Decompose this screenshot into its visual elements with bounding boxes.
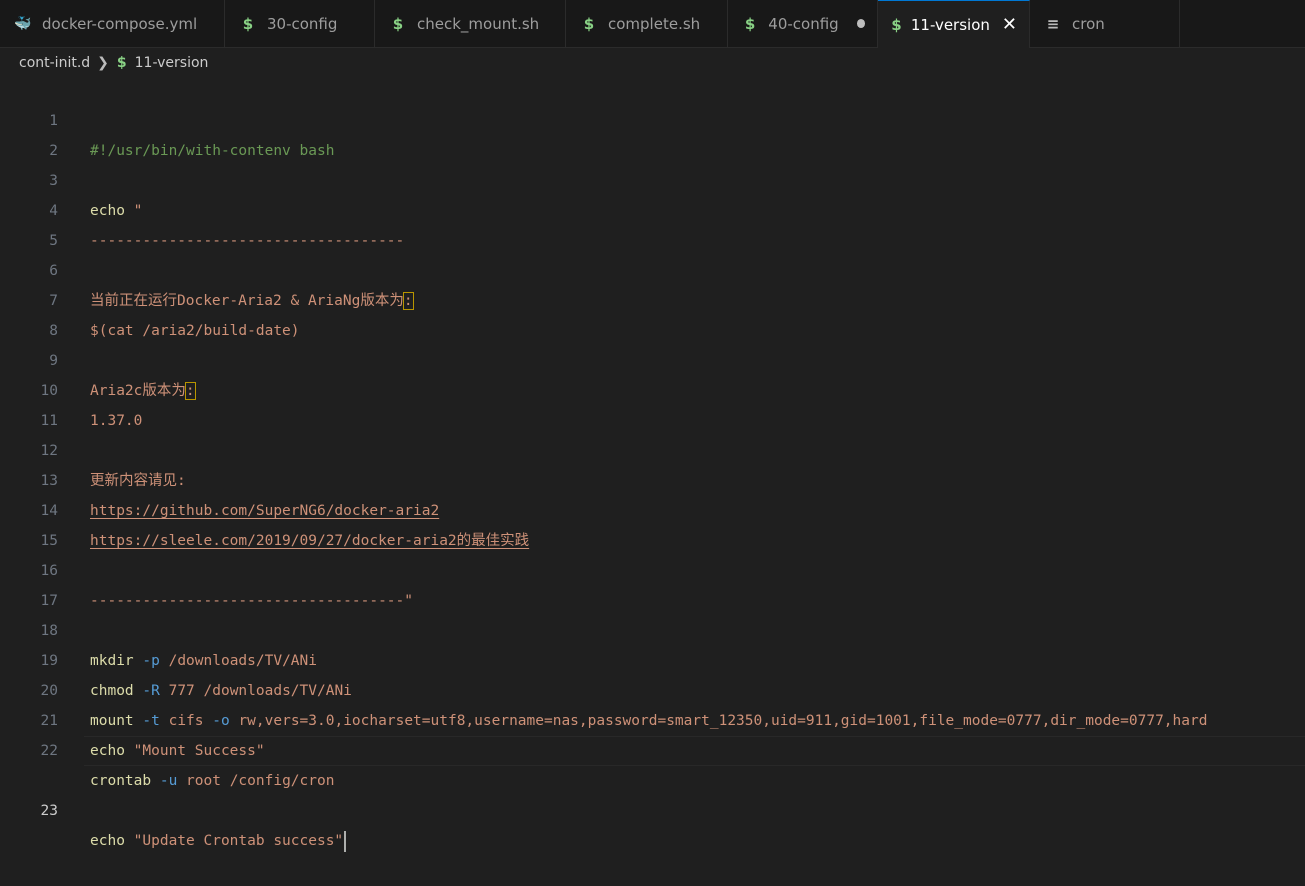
code-line[interactable]: 4 ------------------------------------ <box>0 166 1305 249</box>
code-line[interactable]: 5 <box>0 196 1305 249</box>
current-code-line[interactable]: 23 echo "Update Crontab success" <box>0 736 1305 852</box>
close-icon[interactable]: ✕ <box>1002 15 1017 34</box>
text-cursor <box>344 830 347 852</box>
code-line[interactable]: 1 #!/usr/bin/with-contenv bash <box>0 76 1305 159</box>
code-line[interactable]: 17 <box>0 556 1305 609</box>
tab-30-config[interactable]: $ 30-config <box>225 0 375 47</box>
shell-icon: $ <box>242 14 254 33</box>
chevron-right-icon: ❯ <box>97 55 109 71</box>
shell-icon: $ <box>583 14 595 33</box>
code-line[interactable]: 2 <box>0 106 1305 159</box>
line-number: 23 <box>40 803 58 819</box>
shell-icon: $ <box>891 15 902 34</box>
tab-label: cron <box>1072 14 1105 33</box>
breadcrumb-folder[interactable]: cont-init.d <box>19 55 90 71</box>
tab-label: 11-version <box>910 15 990 34</box>
code-line[interactable]: 6 当前正在运行Docker-Aria2 & AriaNg版本为: <box>0 226 1305 310</box>
tab-label: check_mount.sh <box>417 14 540 33</box>
tab-check-mount[interactable]: $ check_mount.sh <box>375 0 566 47</box>
tab-label: docker-compose.yml <box>42 14 198 33</box>
code-line[interactable]: 3 echo " <box>0 136 1305 219</box>
command-token: crontab <box>90 773 152 789</box>
code-editor[interactable]: 1 #!/usr/bin/with-contenv bash 2 3 echo … <box>0 76 1305 852</box>
tab-11-version[interactable]: $ 11-version ✕ <box>878 0 1030 48</box>
command-token: echo <box>90 833 125 849</box>
shell-icon: $ <box>392 14 404 33</box>
code-line[interactable]: 21 echo "Mount Success" <box>0 676 1305 759</box>
shell-icon: $ <box>116 55 127 71</box>
tab-label: 30-config <box>267 14 338 33</box>
tab-label: complete.sh <box>608 14 701 33</box>
shell-icon: $ <box>744 14 756 33</box>
breadcrumb-file[interactable]: 11-version <box>135 55 209 71</box>
tab-cron[interactable]: ≡ cron <box>1030 0 1180 47</box>
code-line[interactable]: 13 https://github.com/SuperNG6/docker-ar… <box>0 436 1305 519</box>
code-line[interactable]: 11 <box>0 376 1305 429</box>
tab-40-config[interactable]: $ 40-config <box>728 0 878 47</box>
code-line[interactable]: 14 https://sleele.com/2019/09/27/docker-… <box>0 466 1305 549</box>
tab-complete[interactable]: $ complete.sh <box>566 0 728 47</box>
code-line[interactable]: 19 chmod -R 777 /downloads/TV/ANi <box>0 616 1305 699</box>
code-line[interactable]: 16 ------------------------------------" <box>0 526 1305 609</box>
code-line[interactable]: 9 Aria2c版本为: <box>0 316 1305 400</box>
tab-label: 40-config <box>768 14 839 33</box>
tab-docker-compose[interactable]: 🐳 docker-compose.yml <box>0 0 225 47</box>
breadcrumb: cont-init.d ❯ $ 11-version <box>0 48 1305 78</box>
code-line[interactable]: 18 mkdir -p /downloads/TV/ANi <box>0 586 1305 669</box>
code-line[interactable]: 12 更新内容请见: <box>0 406 1305 489</box>
code-line[interactable]: 22 crontab -u root /config/cron <box>0 706 1305 789</box>
argument-token: root /config/cron <box>177 773 335 789</box>
text-file-icon: ≡ <box>1046 14 1060 33</box>
code-line[interactable]: 7 $(cat /aria2/build-date) <box>0 256 1305 339</box>
unsaved-dot-icon[interactable] <box>856 19 865 28</box>
current-line-highlight <box>84 736 1305 766</box>
code-line[interactable]: 8 <box>0 286 1305 339</box>
docker-icon: 🐳 <box>14 15 32 32</box>
string-token: "Update Crontab success" <box>124 833 344 849</box>
code-line[interactable]: 10 1.37.0 <box>0 346 1305 429</box>
code-line[interactable]: 15 <box>0 496 1305 549</box>
code-line[interactable]: 20 mount -t cifs -o rw,vers=3.0,iocharse… <box>0 646 1305 729</box>
editor-tab-bar: 🐳 docker-compose.yml $ 30-config $ check… <box>0 0 1305 48</box>
flag-token: -u <box>151 773 178 789</box>
